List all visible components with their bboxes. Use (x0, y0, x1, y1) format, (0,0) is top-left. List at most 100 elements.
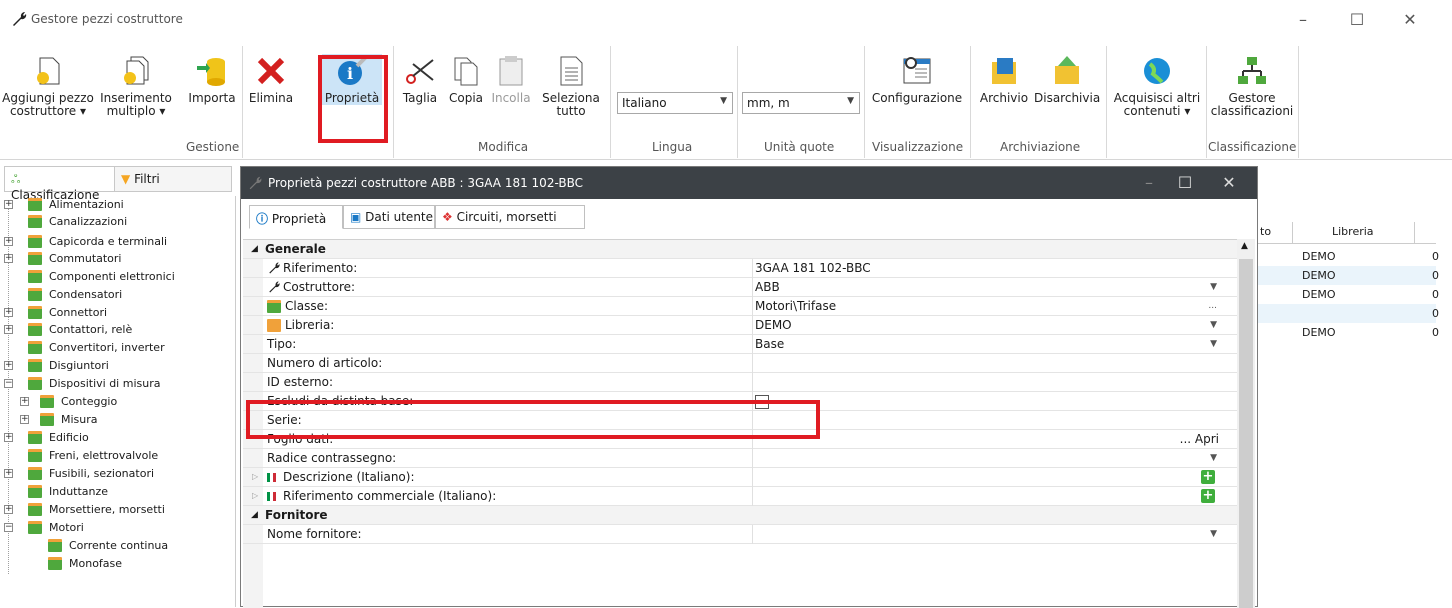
minimize-button[interactable]: – (1288, 8, 1318, 32)
table-row[interactable]: 0 (1258, 304, 1439, 323)
add-icon[interactable]: + (1201, 470, 1215, 484)
cut-button[interactable]: Taglia (400, 54, 440, 105)
classe-value[interactable]: Motori\Trifase (755, 297, 836, 315)
folder-icon (28, 359, 42, 372)
tab-circuiti-morsetti[interactable]: ❖ Circuiti, morsetti (435, 205, 585, 229)
properties-highlight-box (318, 55, 388, 143)
wrench-icon (269, 262, 280, 274)
folder-icon (28, 341, 42, 354)
acquire-content-button[interactable]: Acquisisci altri contenuti ▾ (1110, 54, 1204, 118)
chevron-down-icon[interactable]: ▼ (1210, 335, 1217, 353)
group-unita-label: Unità quote (764, 140, 835, 154)
folder-icon (28, 252, 42, 265)
browse-button[interactable]: ... (1208, 297, 1217, 315)
folder-icon (40, 413, 54, 426)
chevron-down-icon: ▼ (847, 96, 854, 106)
chevron-down-icon: ▼ (720, 96, 727, 106)
dialog-close-button[interactable]: ✕ (1211, 171, 1247, 195)
cut-label: Taglia (402, 91, 438, 105)
property-row-classe[interactable]: Classe: Motori\Trifase ... (243, 297, 1237, 316)
folder-icon (40, 395, 54, 408)
property-row-nome-fornitore[interactable]: Nome fornitore: ▼ (243, 525, 1237, 544)
chevron-down-icon[interactable]: ▼ (1210, 449, 1217, 467)
dialog-minimize-button[interactable]: – (1131, 171, 1167, 195)
tab-classificazione[interactable]: ஃ Classificazione (4, 166, 116, 202)
unarchive-button[interactable]: Disarchivia (1034, 54, 1100, 105)
table-row[interactable]: DEMO 0 (1258, 266, 1439, 285)
import-label: Importa (188, 91, 236, 105)
property-row-tipo[interactable]: Tipo: Base ▼ (243, 335, 1237, 354)
dialog-title: Proprietà pezzi costruttore ABB : 3GAA 1… (268, 176, 583, 190)
expand-icon[interactable]: ▷ (252, 468, 258, 486)
delete-label: Elimina (248, 91, 294, 105)
property-row-rif-commerciale[interactable]: ▷ Riferimento commerciale (Italiano): + (243, 487, 1237, 506)
archive-label: Archivio (979, 91, 1029, 105)
dialog-maximize-button[interactable]: ☐ (1167, 171, 1203, 195)
maximize-button[interactable]: ☐ (1342, 8, 1372, 32)
add-part-button[interactable]: Aggiungi pezzo costruttore ▾ (2, 54, 94, 118)
property-row-libreria[interactable]: Libreria: DEMO ▼ (243, 316, 1237, 335)
configuration-button[interactable]: Configurazione (868, 54, 966, 105)
tab-proprieta[interactable]: ⓘ Proprietà (249, 205, 343, 229)
expand-icon[interactable]: ▷ (252, 487, 258, 505)
property-row-radice[interactable]: Radice contrassegno: ▼ (243, 449, 1237, 468)
group-archiviazione-label: Archiviazione (1000, 140, 1081, 154)
import-button[interactable]: Importa (186, 54, 238, 105)
classification-manager-button[interactable]: Gestore classificazioni (1208, 54, 1296, 118)
costruttore-value[interactable]: ABB (755, 278, 780, 296)
table-row[interactable]: DEMO 0 (1258, 247, 1439, 266)
ribbon-toolbar: Aggiungi pezzo costruttore ▾ Inserimento… (0, 40, 1452, 160)
chevron-down-icon[interactable]: ▼ (1210, 525, 1217, 543)
language-value: Italiano (622, 96, 667, 110)
group-visualizzazione-label: Visualizzazione (872, 140, 964, 154)
scroll-up-icon[interactable]: ▲ (1241, 241, 1248, 251)
paste-button[interactable]: Incolla (488, 54, 534, 105)
scrollbar-thumb[interactable] (1239, 259, 1253, 608)
add-icon[interactable]: + (1201, 489, 1215, 503)
table-row[interactable]: DEMO 0 (1258, 323, 1439, 342)
group-lingua-label: Lingua (652, 140, 693, 154)
select-all-button[interactable]: Seleziona tutto (540, 54, 602, 118)
window-titlebar: Gestore pezzi costruttore – ☐ ✕ (0, 0, 1452, 40)
tab-dati-utente[interactable]: ▣ Dati utente (343, 205, 435, 229)
libreria-value[interactable]: DEMO (755, 316, 792, 334)
language-select[interactable]: Italiano ▼ (617, 92, 733, 114)
copy-button[interactable]: Copia (446, 54, 486, 105)
units-select[interactable]: mm, m ▼ (742, 92, 860, 114)
table-row[interactable]: DEMO 0 (1258, 285, 1439, 304)
chevron-down-icon[interactable]: ▼ (1210, 278, 1217, 296)
category-generale[interactable]: ◢ Generale (243, 240, 1237, 259)
multiple-insert-button[interactable]: Inserimento multiplo ▾ (96, 54, 176, 118)
riferimento-value[interactable]: 3GAA 181 102-BBC (755, 259, 871, 277)
property-row-costruttore[interactable]: Costruttore: ABB ▼ (243, 278, 1237, 297)
collapse-icon: ◢ (251, 510, 258, 520)
classification-manager-label: Gestore classificazioni (1210, 91, 1294, 118)
escludi-highlight-box (246, 400, 820, 439)
open-datasheet-button[interactable]: ... Apri (1180, 430, 1219, 448)
close-button[interactable]: ✕ (1395, 8, 1425, 32)
vertical-scrollbar[interactable]: ▲ (1237, 239, 1255, 608)
column-header-libreria[interactable]: Libreria (1332, 222, 1374, 241)
folder-icon (28, 377, 42, 390)
folder-icon (48, 557, 62, 570)
chevron-down-icon[interactable]: ▼ (1210, 316, 1217, 334)
info-icon: ⓘ (256, 212, 269, 226)
property-row-riferimento[interactable]: Riferimento: 3GAA 181 102-BBC (243, 259, 1237, 278)
hierarchy-icon: ஃ (11, 172, 21, 186)
property-row-numero-articolo[interactable]: Numero di articolo: (243, 354, 1237, 373)
delete-button[interactable]: Elimina (247, 54, 295, 105)
category-fornitore[interactable]: ◢ Fornitore (243, 506, 1237, 525)
classification-tree: + Alimentazioni Canalizzazioni + Capicorda… (0, 196, 236, 607)
column-header[interactable]: to (1260, 222, 1271, 241)
property-row-id-esterno[interactable]: ID esterno: (243, 373, 1237, 392)
library-icon (267, 319, 281, 332)
property-row-descrizione[interactable]: ▷ Descrizione (Italiano): + (243, 468, 1237, 487)
copy-icon (454, 57, 478, 86)
properties-dialog: Proprietà pezzi costruttore ABB : 3GAA 1… (240, 166, 1258, 608)
tipo-value[interactable]: Base (755, 335, 784, 353)
archive-button[interactable]: Archivio (976, 54, 1032, 105)
tab-filtri[interactable]: ▼ Filtri (114, 166, 232, 192)
archive-icon (992, 58, 1016, 84)
select-all-label: Seleziona tutto (542, 91, 600, 118)
collapse-icon: ◢ (251, 244, 258, 254)
